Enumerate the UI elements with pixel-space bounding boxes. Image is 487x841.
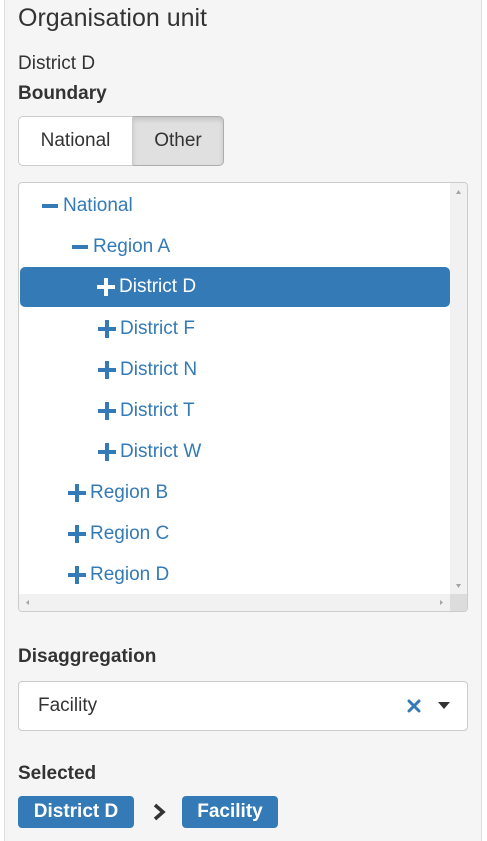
selected-path-district: District D bbox=[18, 796, 134, 828]
plus-icon[interactable] bbox=[96, 277, 116, 297]
chevron-right-icon bbox=[152, 803, 166, 821]
org-unit-tree[interactable]: National Region A District D District F … bbox=[18, 182, 468, 612]
plus-icon[interactable] bbox=[67, 524, 87, 544]
tree-node-national[interactable]: National bbox=[40, 186, 133, 226]
selected-label: Selected bbox=[18, 763, 97, 784]
vertical-scrollbar[interactable] bbox=[450, 183, 467, 595]
tree-node-label[interactable]: District W bbox=[120, 441, 201, 463]
horizontal-scrollbar[interactable] bbox=[19, 594, 450, 611]
close-icon[interactable] bbox=[403, 695, 425, 717]
tree-node-label[interactable]: Region A bbox=[93, 236, 170, 258]
scroll-right-arrow-icon[interactable] bbox=[433, 594, 450, 611]
plus-icon[interactable] bbox=[97, 319, 117, 339]
plus-icon[interactable] bbox=[67, 483, 87, 503]
plus-icon[interactable] bbox=[97, 401, 117, 421]
boundary-other-button[interactable]: Other bbox=[133, 116, 224, 166]
scroll-left-arrow-icon[interactable] bbox=[19, 594, 36, 611]
tree-node-district-n[interactable]: District N bbox=[97, 350, 197, 390]
tree-node-label[interactable]: District F bbox=[120, 318, 195, 340]
tree-node-region-c[interactable]: Region C bbox=[67, 514, 169, 554]
tree-node-district-d[interactable]: District D bbox=[20, 267, 450, 307]
scrollbar-corner bbox=[450, 594, 467, 611]
tree-node-region-d[interactable]: Region D bbox=[67, 555, 169, 595]
boundary-national-button[interactable]: National bbox=[18, 116, 133, 166]
minus-icon[interactable] bbox=[70, 237, 90, 257]
disaggregation-value: Facility bbox=[38, 695, 98, 716]
tree-node-label[interactable]: Region B bbox=[90, 482, 168, 504]
minus-icon[interactable] bbox=[40, 196, 60, 216]
tree-node-district-w[interactable]: District W bbox=[97, 432, 201, 472]
tree-node-label[interactable]: District D bbox=[119, 276, 196, 298]
caret-down-icon[interactable] bbox=[433, 695, 455, 717]
plus-icon[interactable] bbox=[97, 360, 117, 380]
tree-node-label[interactable]: District T bbox=[120, 400, 195, 422]
tree-node-district-f[interactable]: District F bbox=[97, 309, 195, 349]
tree-node-label[interactable]: National bbox=[63, 195, 133, 217]
boundary-label: Boundary bbox=[18, 83, 107, 104]
plus-icon[interactable] bbox=[97, 442, 117, 462]
tree-node-region-b[interactable]: Region B bbox=[67, 473, 168, 513]
tree-node-region-a[interactable]: Region A bbox=[70, 227, 170, 267]
tree-node-district-t[interactable]: District T bbox=[97, 391, 195, 431]
selected-unit-text: District D bbox=[18, 53, 96, 74]
scroll-down-arrow-icon[interactable] bbox=[450, 578, 467, 595]
plus-icon[interactable] bbox=[67, 565, 87, 585]
tree-node-label[interactable]: Region D bbox=[90, 564, 169, 586]
disaggregation-label: Disaggregation bbox=[18, 646, 157, 667]
scroll-up-arrow-icon[interactable] bbox=[450, 183, 467, 200]
disaggregation-select[interactable]: Facility bbox=[18, 681, 468, 731]
selected-path-facility: Facility bbox=[182, 796, 278, 828]
tree-node-label[interactable]: Region C bbox=[90, 523, 169, 545]
boundary-toggle-group: National Other bbox=[18, 116, 224, 166]
tree-node-label[interactable]: District N bbox=[120, 359, 197, 381]
panel-title: Organisation unit bbox=[18, 4, 208, 32]
